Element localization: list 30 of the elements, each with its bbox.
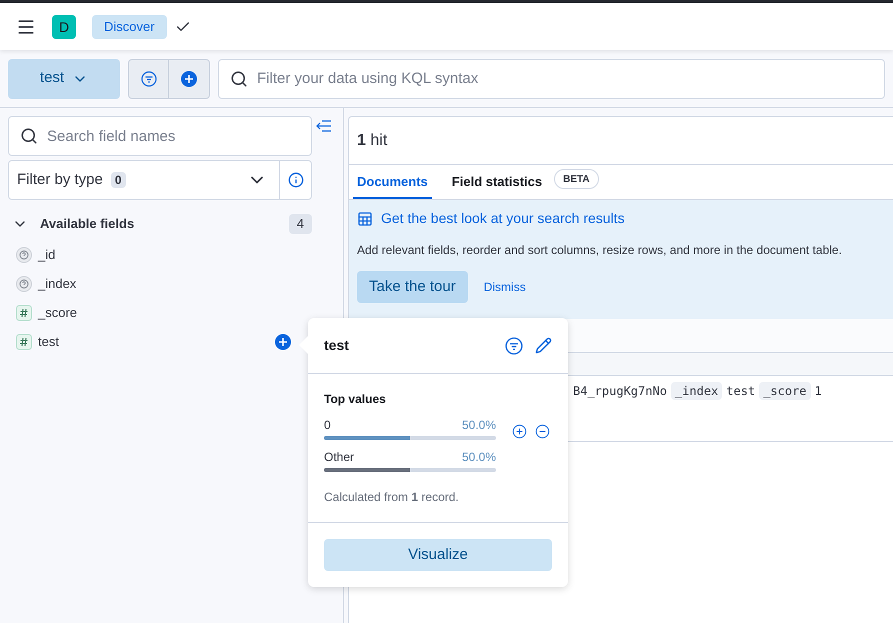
- field-key: _score: [759, 382, 811, 400]
- field-key: _index: [670, 382, 722, 400]
- tab[interactable]: Field statistics: [448, 167, 546, 199]
- dismiss-link[interactable]: Dismiss: [484, 278, 526, 296]
- calculated-note: Calculated from 1 record.: [324, 489, 460, 506]
- popover-title: test: [324, 336, 349, 355]
- field-item[interactable]: _score: [8, 298, 312, 327]
- field-count-badge: 4: [288, 214, 312, 234]
- callout-text: Add relevant fields, reorder and sort columns, resize rows, and more in the document table.: [357, 242, 843, 259]
- take-tour-button[interactable]: Take the tour: [357, 271, 468, 303]
- field-value: test: [726, 383, 756, 400]
- value-percent: 50.0%: [462, 417, 496, 434]
- value-label: 0: [324, 417, 331, 434]
- value-label: Other: [324, 449, 354, 466]
- hits-count: 1 hit: [357, 130, 388, 150]
- breadcrumb[interactable]: Discover: [92, 14, 167, 38]
- field-search-field[interactable]: Search field names: [8, 116, 312, 156]
- callout-title: Get the best look at your search results: [381, 209, 625, 228]
- document-id: B4_rpugKg7nNo: [573, 383, 667, 400]
- beta-badge: BETA: [554, 169, 599, 189]
- visualize-button[interactable]: Visualize: [324, 539, 552, 571]
- value-percent: 50.0%: [462, 449, 496, 466]
- field-value: 1: [814, 383, 822, 400]
- field-item[interactable]: _index: [8, 269, 312, 298]
- section-title: Top values: [324, 391, 387, 408]
- section-title: Available fields: [40, 215, 134, 234]
- data-view-button[interactable]: test: [8, 58, 120, 98]
- query-field[interactable]: Filter your data using KQL syntax: [218, 58, 885, 98]
- field-item[interactable]: _id: [8, 240, 312, 269]
- space-avatar[interactable]: D: [52, 14, 76, 38]
